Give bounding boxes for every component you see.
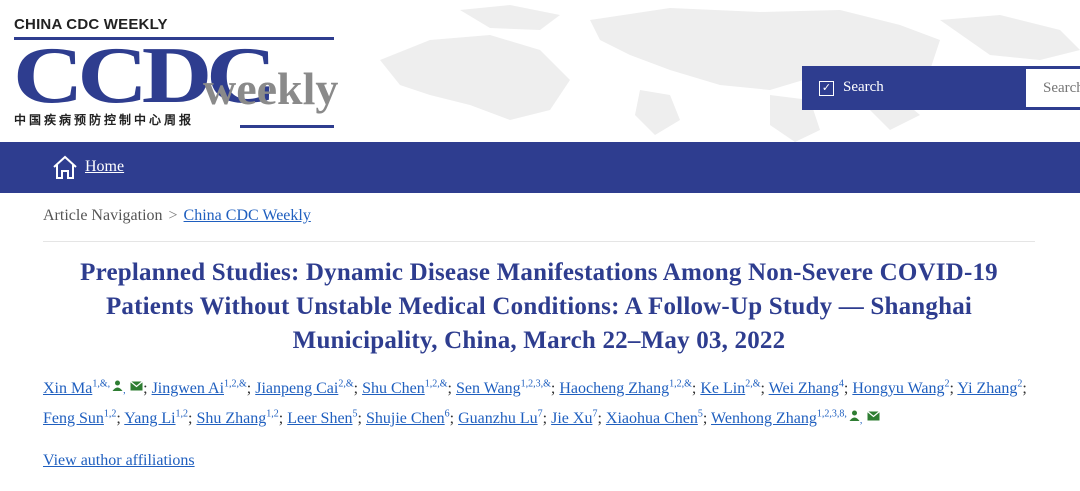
author-link[interactable]: Leer Shen: [287, 410, 352, 427]
brand-top-text: CHINA CDC WEEKLY: [14, 16, 168, 33]
home-icon[interactable]: [51, 154, 79, 180]
email-icon[interactable]: [866, 404, 880, 430]
author-link[interactable]: Ke Lin: [700, 380, 745, 397]
author-link[interactable]: Jianpeng Cai: [255, 380, 338, 397]
author-separator: ;: [702, 410, 712, 427]
logo-rule: [240, 125, 334, 128]
corresponding-author-icon: [849, 404, 860, 430]
author-affiliation-sup: 1,&,: [92, 378, 111, 390]
author-affiliation-sup: 2,&: [745, 378, 761, 390]
author-link[interactable]: Shu Zhang: [197, 410, 267, 427]
author-separator: ;: [597, 410, 606, 427]
author-separator: ;: [449, 410, 459, 427]
search-label: Search: [843, 79, 884, 95]
author-affiliation-sup: 1,2: [175, 408, 189, 420]
author-link[interactable]: Jingwen Ai: [152, 380, 224, 397]
icon-comma: ,: [859, 415, 865, 426]
author-link[interactable]: Xin Ma: [43, 380, 92, 397]
corresponding-author-icon: [112, 374, 123, 400]
author-link[interactable]: Xiaohua Chen: [606, 410, 698, 427]
author-link[interactable]: Shujie Chen: [366, 410, 445, 427]
author-link[interactable]: Hongyu Wang: [852, 380, 944, 397]
author-link[interactable]: Haocheng Zhang: [559, 380, 669, 397]
author-link[interactable]: Yi Zhang: [957, 380, 1017, 397]
author-affiliation-sup: 1,2,3,8,: [816, 408, 847, 420]
breadcrumb-journal-link[interactable]: China CDC Weekly: [184, 207, 311, 224]
author-separator: ;: [542, 410, 552, 427]
logo-weekly: weekly: [203, 63, 339, 114]
breadcrumb-label: Article Navigation: [43, 207, 163, 224]
breadcrumb-divider: [43, 241, 1035, 242]
author-affiliation-sup: 1,2,&: [224, 378, 247, 390]
author-separator: ;: [246, 380, 256, 397]
author-separator: ;: [760, 380, 769, 397]
site-header: CHINA CDC WEEKLY CCDC weekly 中国疾病预防控制中心周…: [0, 0, 1080, 142]
author-separator: ;: [447, 380, 456, 397]
search-box: ✓ Search: [802, 66, 1080, 110]
author-separator: ;: [357, 410, 366, 427]
author-separator: ;: [1022, 380, 1027, 397]
author-affiliation-sup: 1,2,&: [669, 378, 692, 390]
breadcrumb: Article Navigation > China CDC Weekly: [43, 207, 311, 225]
checkbox-icon[interactable]: ✓: [819, 81, 834, 96]
author-separator: ;: [353, 380, 363, 397]
author-list: Xin Ma1,&,, ; Jingwen Ai1,2,&; Jianpeng …: [43, 374, 1043, 434]
main-nav: Home: [0, 142, 1080, 193]
author-link[interactable]: Sen Wang: [456, 380, 521, 397]
author-affiliation-sup: 1,2: [103, 408, 117, 420]
author-link[interactable]: Wenhong Zhang: [711, 410, 817, 427]
icon-comma: ,: [123, 385, 129, 396]
author-affiliation-sup: 1,2,&: [424, 378, 448, 390]
breadcrumb-separator: >: [168, 207, 178, 224]
home-link[interactable]: Home: [85, 158, 124, 176]
article-title: Preplanned Studies: Dynamic Disease Mani…: [80, 259, 998, 354]
author-affiliation-sup: 1,2: [266, 408, 279, 420]
view-affiliations-link[interactable]: View author affiliations: [43, 452, 195, 470]
author-separator: ;: [143, 380, 152, 397]
author-link[interactable]: Yang Li: [124, 410, 175, 427]
logo-chinese-name: 中国疾病预防控制中心周报: [14, 113, 195, 127]
author-link[interactable]: Wei Zhang: [769, 380, 839, 397]
author-separator: ;: [188, 410, 197, 427]
author-affiliation-sup: 2,&: [338, 378, 354, 390]
author-link[interactable]: Shu Chen: [362, 380, 425, 397]
author-link[interactable]: Guanzhu Lu: [458, 410, 538, 427]
author-affiliation-sup: 1,2,3,&: [520, 378, 551, 390]
author-separator: ;: [278, 410, 288, 427]
author-link[interactable]: Jie Xu: [551, 410, 592, 427]
email-icon[interactable]: [130, 374, 143, 400]
author-link[interactable]: Feng Sun: [43, 410, 104, 427]
search-input[interactable]: [1026, 69, 1080, 107]
